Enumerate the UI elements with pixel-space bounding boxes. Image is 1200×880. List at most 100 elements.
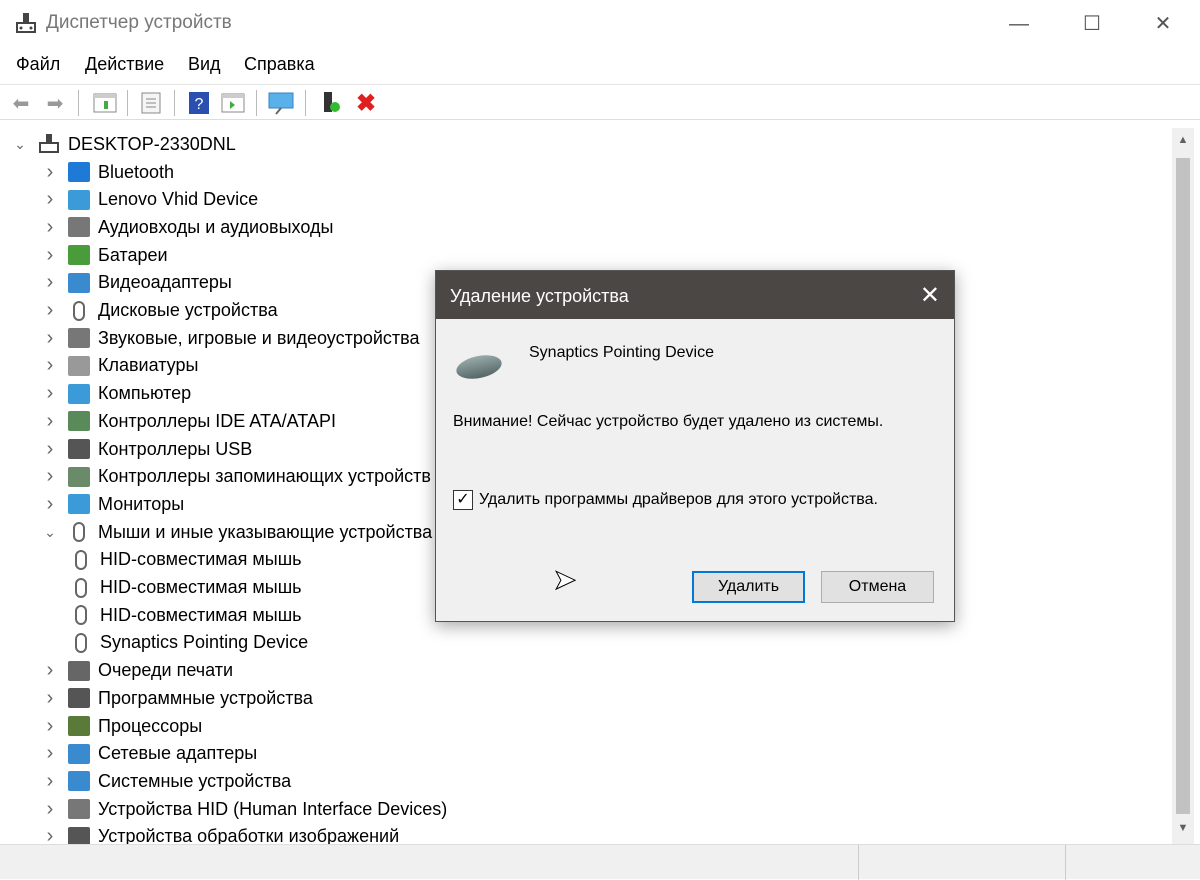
tree-item[interactable]: › Bluetooth: [42, 158, 174, 186]
chevron-right-icon[interactable]: ›: [42, 271, 58, 294]
chevron-right-icon[interactable]: ›: [42, 327, 58, 350]
mouse-icon: [454, 351, 504, 383]
device-category-icon: [75, 632, 87, 653]
tree-item[interactable]: HID-совместимая мышь: [70, 574, 302, 602]
uninstall-icon[interactable]: ✖: [353, 90, 379, 117]
show-hide-console-tree-icon[interactable]: [92, 90, 118, 116]
uninstall-button[interactable]: Удалить: [692, 571, 805, 603]
dialog-title-bar: Удаление устройства ✕: [436, 271, 954, 319]
maximize-button[interactable]: ☐: [1069, 8, 1115, 40]
chevron-right-icon[interactable]: ›: [42, 742, 58, 765]
chevron-right-icon[interactable]: ›: [42, 354, 58, 377]
tree-item[interactable]: › Контроллеры USB: [42, 435, 253, 463]
chevron-down-icon[interactable]: ⌄: [12, 136, 28, 153]
tree-item[interactable]: › Очереди печати: [42, 657, 233, 685]
device-category-icon: [68, 217, 90, 238]
chevron-right-icon[interactable]: ›: [42, 161, 58, 184]
window-title: Диспетчер устройств: [46, 12, 232, 33]
title-bar: Диспетчер устройств — ☐ ✕: [0, 0, 1200, 48]
tree-item[interactable]: › Звуковые, игровые и видеоустройства: [42, 324, 420, 352]
scrollbar-thumb[interactable]: [1176, 158, 1190, 814]
tree-item[interactable]: › Компьютер: [42, 380, 192, 408]
svg-text:?: ?: [195, 96, 204, 113]
tree-item[interactable]: › Аудиовходы и аудиовыходы: [42, 213, 334, 241]
menu-action[interactable]: Действие: [85, 54, 164, 75]
tree-item-label: Аудиовходы и аудиовыходы: [98, 216, 334, 237]
tree-item-label: Сетевые адаптеры: [98, 743, 258, 764]
tree-item[interactable]: HID-совместимая мышь: [70, 601, 302, 629]
chevron-right-icon[interactable]: ›: [42, 299, 58, 322]
help-icon[interactable]: ?: [186, 90, 212, 116]
tree-item[interactable]: › Контроллеры запоминающих устройств: [42, 463, 431, 491]
delete-driver-label[interactable]: Удалить программы драйверов для этого ус…: [479, 491, 878, 509]
scroll-down-icon[interactable]: ▼: [1172, 822, 1194, 834]
device-category-icon: [68, 189, 90, 210]
tree-item[interactable]: › Системные устройства: [42, 767, 291, 795]
tree-item[interactable]: › Мониторы: [42, 490, 185, 518]
tree-item[interactable]: › Дисковые устройства: [42, 297, 278, 325]
tree-item-label: Батареи: [98, 244, 168, 265]
chevron-right-icon[interactable]: ›: [42, 798, 58, 821]
properties-icon[interactable]: [138, 90, 164, 116]
tree-item[interactable]: Synaptics Pointing Device: [70, 629, 308, 657]
tree-item[interactable]: › Устройства HID (Human Interface Devices…: [42, 795, 448, 823]
tree-item[interactable]: ⌄ Мыши и иные указывающие устройства: [42, 518, 432, 546]
device-category-icon: [73, 522, 85, 543]
tree-item[interactable]: › Процессоры: [42, 712, 203, 740]
device-category-icon: [75, 549, 87, 570]
tree-item[interactable]: › Сетевые адаптеры: [42, 740, 258, 768]
uninstall-device-dialog: Удаление устройства ✕ Synaptics Pointing…: [435, 270, 955, 622]
tree-item[interactable]: › Программные устройства: [42, 684, 313, 712]
tree-item[interactable]: HID-совместимая мышь: [70, 546, 302, 574]
tree-item-label: Synaptics Pointing Device: [100, 632, 309, 653]
tree-item-label: Программные устройства: [98, 687, 313, 708]
tree-item[interactable]: › Lenovo Vhid Device: [42, 186, 258, 214]
tree-item-label: Клавиатуры: [98, 355, 199, 376]
device-category-icon: [68, 494, 90, 515]
chevron-right-icon[interactable]: ›: [42, 825, 58, 844]
chevron-right-icon[interactable]: ›: [42, 382, 58, 405]
dialog-close-icon[interactable]: ✕: [920, 281, 940, 310]
chevron-right-icon[interactable]: ›: [42, 244, 58, 267]
chevron-right-icon[interactable]: ›: [42, 715, 58, 738]
chevron-right-icon[interactable]: ›: [42, 659, 58, 682]
device-category-icon: [68, 162, 90, 182]
tree-item[interactable]: › Клавиатуры: [42, 352, 199, 380]
computer-icon: [39, 134, 59, 153]
tree-item[interactable]: › Батареи: [42, 241, 168, 269]
tree-item-label: Мониторы: [98, 493, 185, 514]
forward-icon[interactable]: ➡: [42, 90, 68, 116]
delete-driver-checkbox[interactable]: ✓: [453, 490, 473, 510]
chevron-down-icon[interactable]: ⌄: [42, 524, 58, 541]
device-category-icon: [68, 411, 90, 432]
vertical-scrollbar[interactable]: ▲ ▼: [1172, 128, 1194, 844]
device-category-icon: [68, 799, 90, 820]
tree-item[interactable]: › Устройства обработки изображений: [42, 823, 399, 844]
close-button[interactable]: ✕: [1140, 8, 1186, 40]
chevron-right-icon[interactable]: ›: [42, 770, 58, 793]
tree-item[interactable]: › Видеоадаптеры: [42, 269, 232, 297]
chevron-right-icon[interactable]: ›: [42, 465, 58, 488]
mouse-cursor-icon: ➤: [552, 564, 577, 596]
scroll-up-icon[interactable]: ▲: [1172, 134, 1194, 146]
menu-view[interactable]: Вид: [188, 54, 221, 75]
action-pane-icon[interactable]: [220, 90, 246, 116]
minimize-button[interactable]: —: [996, 8, 1042, 40]
chevron-right-icon[interactable]: ›: [42, 687, 58, 710]
tree-item[interactable]: › Контроллеры IDE ATA/ATAPI: [42, 407, 336, 435]
chevron-right-icon[interactable]: ›: [42, 216, 58, 239]
device-category-icon: [68, 826, 90, 844]
chevron-right-icon[interactable]: ›: [42, 188, 58, 211]
menu-help[interactable]: Справка: [244, 54, 315, 75]
menu-file[interactable]: Файл: [16, 54, 60, 75]
chevron-right-icon[interactable]: ›: [42, 493, 58, 516]
device-category-icon: [68, 245, 90, 266]
update-driver-icon[interactable]: [318, 90, 344, 116]
chevron-right-icon[interactable]: ›: [42, 410, 58, 433]
cancel-button[interactable]: Отмена: [821, 571, 934, 603]
tree-item-label: Процессоры: [98, 715, 203, 736]
tree-root[interactable]: ⌄ DESKTOP-2330DNL: [12, 130, 236, 158]
chevron-right-icon[interactable]: ›: [42, 438, 58, 461]
back-icon[interactable]: ⬅: [8, 90, 34, 116]
scan-hardware-icon[interactable]: [268, 90, 294, 116]
